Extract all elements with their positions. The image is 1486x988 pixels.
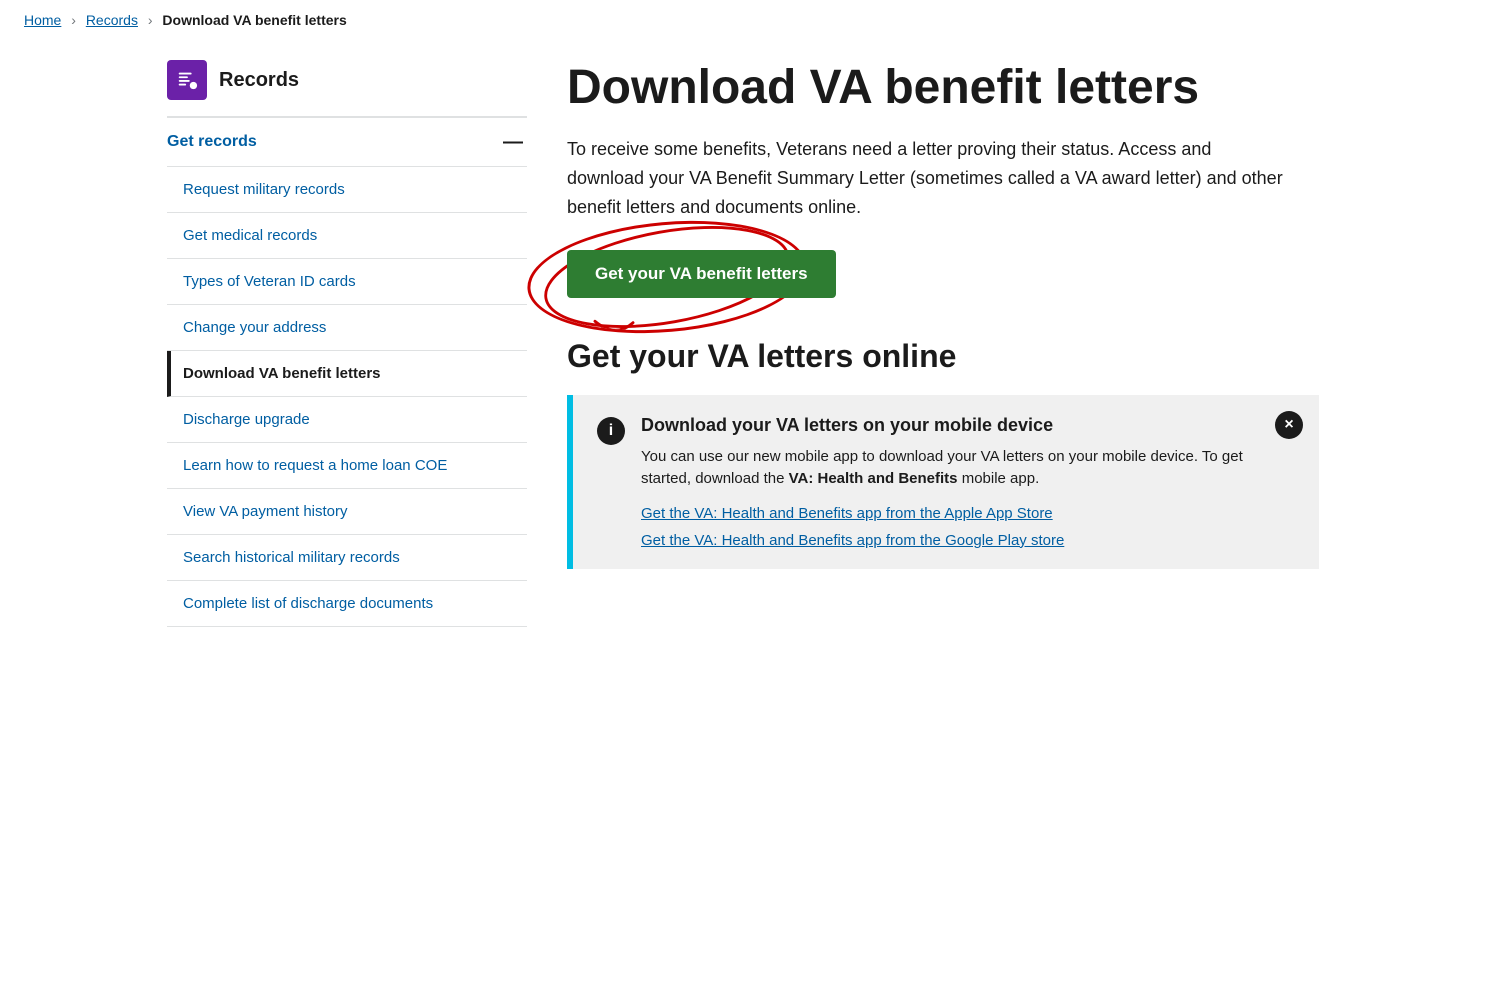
- info-box-title: Download your VA letters on your mobile …: [641, 415, 1295, 436]
- info-icon: i: [597, 417, 625, 445]
- cta-wrapper: Get your VA benefit letters: [567, 250, 836, 298]
- cta-button[interactable]: Get your VA benefit letters: [567, 250, 836, 298]
- google-play-link[interactable]: Get the VA: Health and Benefits app from…: [641, 532, 1295, 549]
- sidebar-nav-item: Learn how to request a home loan COE: [167, 443, 527, 489]
- sidebar-nav-link[interactable]: Discharge upgrade: [167, 397, 527, 442]
- page-intro: To receive some benefits, Veterans need …: [567, 135, 1287, 221]
- sidebar-nav-link[interactable]: Change your address: [167, 305, 527, 350]
- sidebar-nav-item: Search historical military records: [167, 535, 527, 581]
- sidebar-section-header[interactable]: Get records —: [167, 118, 527, 167]
- sidebar-nav-item: Complete list of discharge documents: [167, 581, 527, 627]
- info-content: Download your VA letters on your mobile …: [641, 415, 1295, 549]
- sidebar-section-dash: —: [503, 132, 527, 152]
- close-button[interactable]: ×: [1275, 411, 1303, 439]
- sidebar-nav-item: Types of Veteran ID cards: [167, 259, 527, 305]
- sidebar-nav-item: View VA payment history: [167, 489, 527, 535]
- info-box: i Download your VA letters on your mobil…: [567, 395, 1319, 569]
- sidebar-nav-link[interactable]: Get medical records: [167, 213, 527, 258]
- sidebar-nav-link[interactable]: View VA payment history: [167, 489, 527, 534]
- info-box-text: You can use our new mobile app to downlo…: [641, 446, 1295, 491]
- sidebar: Records Get records — Request military r…: [167, 60, 527, 627]
- page-title: Download VA benefit letters: [567, 60, 1319, 115]
- sidebar-nav-link[interactable]: Types of Veteran ID cards: [167, 259, 527, 304]
- breadcrumb-home[interactable]: Home: [24, 12, 61, 28]
- sidebar-title: Records: [219, 69, 299, 92]
- sidebar-nav-item: Change your address: [167, 305, 527, 351]
- records-icon: [167, 60, 207, 100]
- sidebar-nav-item: Download VA benefit letters: [167, 351, 527, 397]
- sidebar-nav: Request military recordsGet medical reco…: [167, 167, 527, 627]
- page-layout: Records Get records — Request military r…: [143, 40, 1343, 647]
- section-heading: Get your VA letters online: [567, 338, 1319, 375]
- sidebar-nav-item: Request military records: [167, 167, 527, 213]
- breadcrumb-current: Download VA benefit letters: [162, 12, 346, 28]
- sidebar-section-link[interactable]: Get records: [167, 133, 257, 151]
- sidebar-nav-link[interactable]: Complete list of discharge documents: [167, 581, 527, 626]
- sidebar-nav-item: Discharge upgrade: [167, 397, 527, 443]
- apple-app-link[interactable]: Get the VA: Health and Benefits app from…: [641, 505, 1295, 522]
- sidebar-header: Records: [167, 60, 527, 118]
- sidebar-nav-link[interactable]: Learn how to request a home loan COE: [167, 443, 527, 488]
- sidebar-nav-link[interactable]: Search historical military records: [167, 535, 527, 580]
- sidebar-nav-link[interactable]: Download VA benefit letters: [171, 351, 527, 396]
- breadcrumb-records[interactable]: Records: [86, 12, 138, 28]
- sidebar-nav-link[interactable]: Request military records: [167, 167, 527, 212]
- main-content: Download VA benefit letters To receive s…: [567, 60, 1319, 627]
- breadcrumb: Home › Records › Download VA benefit let…: [0, 0, 1486, 40]
- sidebar-nav-item: Get medical records: [167, 213, 527, 259]
